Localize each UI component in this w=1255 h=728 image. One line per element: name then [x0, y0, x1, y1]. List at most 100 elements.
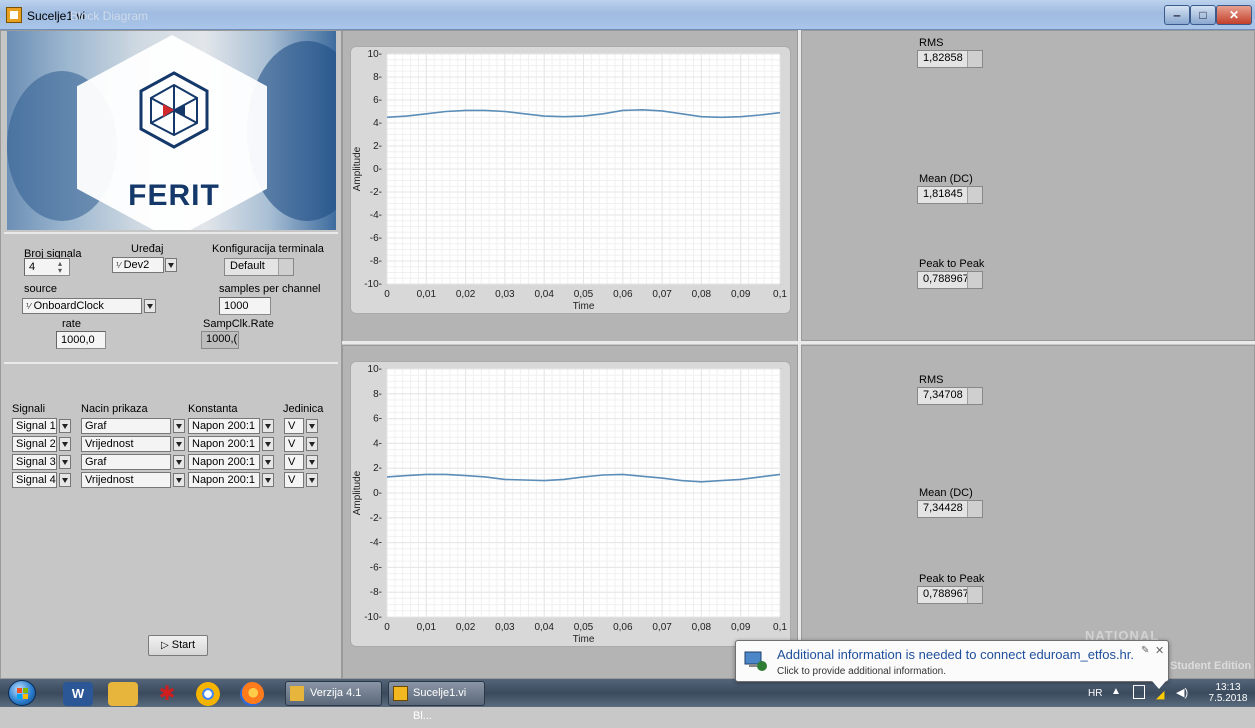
signal-dropdown-button[interactable]: [59, 455, 71, 469]
unit-select[interactable]: V: [284, 454, 304, 470]
taskbar-task-verzija[interactable]: Verzija 4.1: [285, 681, 382, 706]
maximize-button[interactable]: □: [1190, 5, 1216, 25]
firefox-icon[interactable]: [240, 682, 264, 706]
x-tick-label: 0,1: [773, 622, 787, 633]
divider: [4, 232, 338, 234]
unit-select[interactable]: V: [284, 436, 304, 452]
waveform-chart-2[interactable]: 0 0,01 0,02 0,03 0,04 0,05 0,06 0,07 0,08 0,09 0,1…: [350, 361, 791, 647]
start-button[interactable]: ▷ Start: [148, 635, 208, 656]
konstanta-header: Konstanta: [188, 403, 238, 415]
clock-time: 13:13: [1215, 682, 1241, 693]
labview-icon: [393, 686, 408, 701]
x-tick-label: 0,03: [495, 622, 515, 633]
y-tick-label: 10-: [368, 49, 382, 60]
signal-dropdown-button[interactable]: [59, 419, 71, 433]
p2p-value-top: 0,788967: [923, 273, 969, 285]
const-dropdown-button[interactable]: [262, 455, 274, 469]
mode-dropdown-button[interactable]: [173, 437, 185, 451]
mode-select[interactable]: Vrijednost: [81, 436, 171, 452]
network-notification-balloon[interactable]: Additional information is needed to conn…: [735, 640, 1169, 689]
mean-indicator-bottom: 7,34428: [917, 500, 983, 518]
const-dropdown-button[interactable]: [262, 437, 274, 451]
mode-dropdown-button[interactable]: [173, 473, 185, 487]
show-hidden-icons-icon[interactable]: ▲: [1111, 686, 1121, 697]
signal-value: Signal 4: [16, 474, 56, 486]
minimize-button[interactable]: ‒: [1164, 5, 1190, 25]
volume-icon[interactable]: ◀): [1176, 686, 1188, 699]
network-warning-icon[interactable]: ◢: [1156, 688, 1164, 701]
close-button[interactable]: ✕: [1216, 5, 1252, 25]
x-tick-label: 0,07: [652, 622, 672, 633]
p2p-value-bottom: 0,788967: [923, 588, 969, 600]
signal-dropdown-button[interactable]: [59, 473, 71, 487]
action-center-icon[interactable]: [1133, 685, 1145, 699]
unit-dropdown-button[interactable]: [306, 473, 318, 487]
mean-value-bottom: 7,34428: [923, 502, 963, 514]
unit-dropdown-button[interactable]: [306, 419, 318, 433]
mode-select[interactable]: Vrijednost: [81, 472, 171, 488]
mode-value: Vrijednost: [85, 438, 134, 450]
mean-value-top: 1,81845: [923, 188, 963, 200]
unit-select[interactable]: V: [284, 418, 304, 434]
uredaj-select[interactable]: ⅟ Dev2: [112, 257, 164, 273]
y-tick-label: 4-: [373, 438, 382, 449]
source-label: source: [24, 283, 58, 295]
source-select[interactable]: ⅟ OnboardClock: [22, 298, 142, 314]
signal-dropdown-button[interactable]: [59, 437, 71, 451]
start-label: Start: [171, 639, 195, 651]
x-tick-label: 0,05: [574, 289, 594, 300]
y-tick-label: 8-: [373, 389, 382, 400]
rms-label-top: RMS: [919, 37, 944, 49]
unit-dropdown-button[interactable]: [306, 437, 318, 451]
notification-close-icon[interactable]: ✕: [1155, 644, 1164, 657]
unit-value: V: [288, 456, 296, 468]
unit-dropdown-button[interactable]: [306, 455, 318, 469]
const-select[interactable]: Napon 200:1: [188, 418, 260, 434]
p2p-indicator-bottom: 0,788967: [917, 586, 983, 604]
signal-select[interactable]: Signal 4: [12, 472, 57, 488]
app-red-icon[interactable]: ✱: [152, 682, 182, 706]
y-tick-label: -4-: [370, 538, 382, 549]
waveform-chart-1[interactable]: 0 0,01 0,02 0,03 0,04 0,05 0,06 0,07 0,08 0,09 0,1…: [350, 46, 791, 314]
source-dropdown-button[interactable]: [144, 299, 156, 313]
mode-select[interactable]: Graf: [81, 454, 171, 470]
notification-options-icon[interactable]: ✎: [1141, 645, 1149, 656]
chrome-icon[interactable]: [196, 682, 220, 706]
stepper-arrows-icon[interactable]: ▴ ▾: [58, 260, 68, 275]
x-tick-label: 0,05: [574, 622, 594, 633]
ghost-window-title: Block Diagram: [70, 9, 149, 23]
const-dropdown-button[interactable]: [262, 419, 274, 433]
uredaj-dropdown-button[interactable]: [165, 258, 177, 272]
mode-dropdown-button[interactable]: [173, 455, 185, 469]
language-indicator[interactable]: HR: [1088, 688, 1102, 699]
taskbar-task-sucelje[interactable]: Sucelje1.vi Bl...: [388, 681, 485, 722]
mean-label-top: Mean (DC): [919, 173, 973, 185]
const-select[interactable]: Napon 200:1: [188, 454, 260, 470]
signal-select[interactable]: Signal 1: [12, 418, 57, 434]
mode-select[interactable]: Graf: [81, 418, 171, 434]
y-tick-label: -6-: [370, 562, 382, 573]
nacin-prikaza-header: Nacin prikaza: [81, 403, 148, 415]
const-dropdown-button[interactable]: [262, 473, 274, 487]
y-tick-label: -10-: [364, 279, 382, 290]
word-icon[interactable]: W: [63, 682, 93, 706]
signal-select[interactable]: Signal 3: [12, 454, 57, 470]
unit-select[interactable]: V: [284, 472, 304, 488]
konfig-terminala-field[interactable]: Default: [224, 258, 294, 276]
const-select[interactable]: Napon 200:1: [188, 472, 260, 488]
rate-input[interactable]: 1000,0: [56, 331, 106, 349]
mean-label-bottom: Mean (DC): [919, 487, 973, 499]
y-tick-label: 0-: [373, 164, 382, 175]
folder-mail-icon[interactable]: [108, 682, 138, 706]
window-title-bar[interactable]: Sucelje1.vi Block Diagram ‒ □ ✕: [0, 0, 1255, 30]
signal-select[interactable]: Signal 2: [12, 436, 57, 452]
x-tick-label: 0,06: [613, 289, 633, 300]
samples-per-channel-input[interactable]: 1000: [219, 297, 271, 315]
const-select[interactable]: Napon 200:1: [188, 436, 260, 452]
mode-dropdown-button[interactable]: [173, 419, 185, 433]
notification-subtitle: Click to provide additional information.: [777, 666, 946, 677]
clock[interactable]: 13:13 7.5.2018: [1208, 682, 1248, 704]
start-menu-button[interactable]: [8, 680, 36, 706]
windows-taskbar: [0, 679, 1255, 707]
x-tick-label: 0: [384, 622, 390, 633]
